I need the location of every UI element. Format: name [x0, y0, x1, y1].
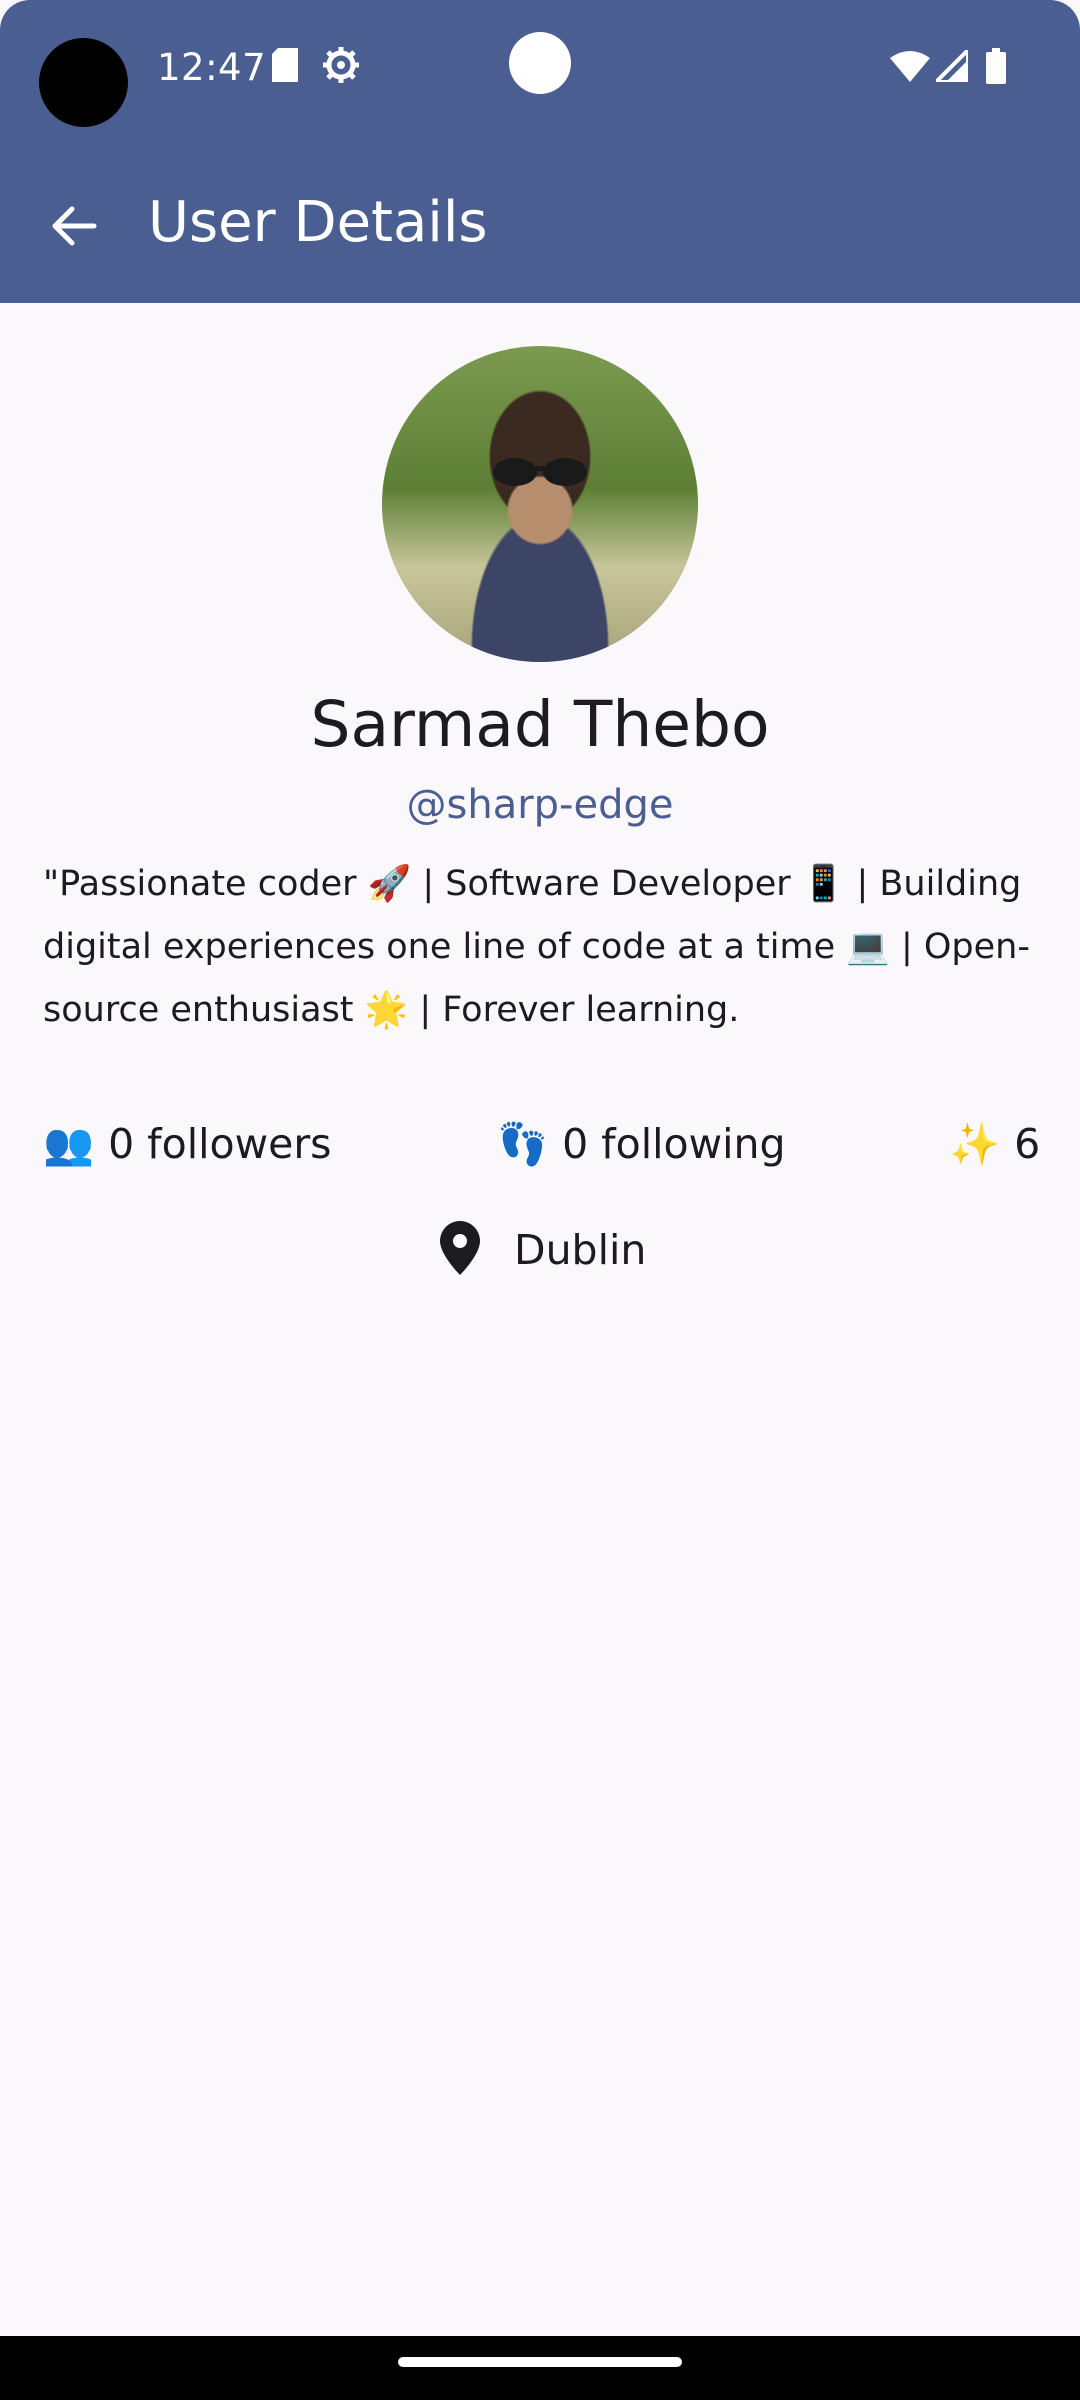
- back-arrow-icon[interactable]: [44, 196, 104, 256]
- sunglasses-shape: [493, 458, 587, 486]
- page-title: User Details: [148, 190, 488, 255]
- status-time: 12:47: [157, 46, 267, 89]
- followers-count: 0 followers: [108, 1120, 332, 1168]
- following-stat[interactable]: 👣 0 following: [497, 1120, 786, 1169]
- signal-icon: [931, 45, 970, 87]
- sd-card-icon: [272, 48, 298, 87]
- followers-stat[interactable]: 👥 0 followers: [43, 1120, 332, 1169]
- followers-icon: 👥: [43, 1120, 95, 1168]
- user-handle: @sharp-edge: [406, 782, 674, 828]
- user-bio: "Passionate coder 🚀 | Software Developer…: [43, 864, 1030, 1030]
- home-gesture-handle[interactable]: [398, 2357, 682, 2367]
- stars-stat: ✨ 6: [949, 1120, 1040, 1169]
- location-pin-icon: [440, 1220, 480, 1280]
- top-app-bar-background: 12:47 User Details: [0, 0, 1080, 303]
- avatar: [382, 346, 698, 662]
- sparkles-icon: ✨: [949, 1120, 1001, 1168]
- user-name: Sarmad Thebo: [310, 688, 770, 761]
- battery-icon: [986, 48, 1006, 89]
- notification-dot: [509, 32, 571, 94]
- following-count: 0 following: [562, 1120, 786, 1168]
- app-bar: User Details: [0, 136, 1080, 303]
- wifi-icon: [890, 50, 930, 87]
- status-bar: 12:47: [0, 0, 1080, 136]
- following-icon: 👣: [497, 1120, 549, 1168]
- front-camera-cutout: [39, 38, 128, 127]
- location-row: Dublin: [440, 1220, 646, 1280]
- stars-count: 6: [1014, 1120, 1041, 1168]
- location-text: Dublin: [514, 1226, 647, 1274]
- system-navigation-bar: [0, 2336, 1080, 2400]
- settings-icon: [322, 46, 360, 89]
